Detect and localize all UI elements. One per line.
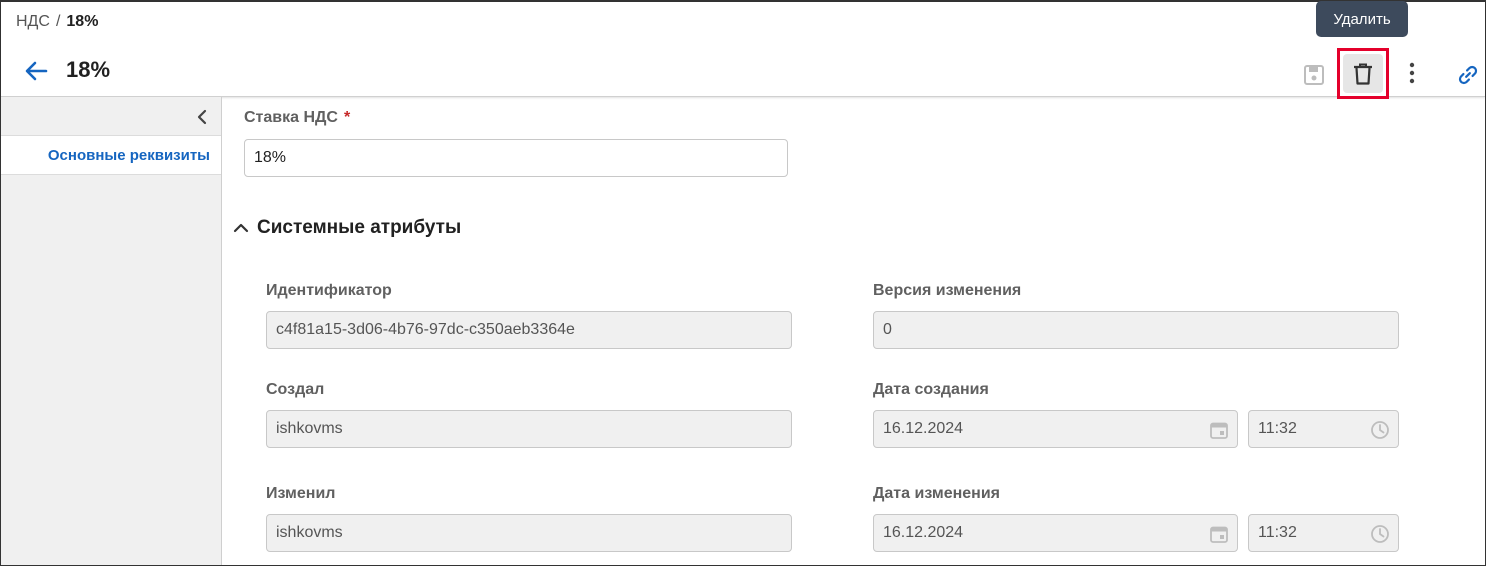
page-header: НДС / 18% 18% [1,2,1485,99]
collapse-sidebar-button[interactable] [192,107,212,127]
floppy-disk-icon [1304,65,1324,85]
more-options-button[interactable] [1399,58,1425,88]
breadcrumb-separator: / [55,13,61,30]
identifier-value: c4f81a15-3d06-4b76-97dc-c350aeb3364e [276,321,575,338]
modified-by-field[interactable]: ishkovms [266,514,792,552]
back-button[interactable] [21,58,51,84]
modified-time-field[interactable]: 11:32 [1248,514,1399,552]
sidebar-item-main-details[interactable]: Основные реквизиты [1,135,221,175]
clock-icon[interactable] [1370,420,1390,440]
more-vertical-icon [1409,62,1415,84]
link-icon [1458,65,1478,85]
version-value: 0 [883,321,892,338]
clock-icon[interactable] [1370,524,1390,544]
created-by-value: ishkovms [276,420,343,437]
chevron-left-icon [197,109,207,125]
chevron-up-icon [233,223,249,233]
breadcrumb-parent-link[interactable]: НДС [16,13,50,30]
modified-time-value: 11:32 [1258,524,1297,541]
system-attributes-title: Системные атрибуты [257,217,462,238]
modified-by-label: Изменил [266,485,336,502]
save-button[interactable] [1297,58,1331,92]
identifier-label: Идентификатор [266,282,392,299]
created-date-value: 16.12.2024 [883,420,964,437]
created-by-label: Создал [266,381,325,398]
vat-rate-value: 18% [254,149,287,166]
copy-link-button[interactable] [1453,60,1483,90]
delete-tooltip: Удалить [1316,1,1408,37]
delete-button[interactable] [1343,54,1383,93]
version-label: Версия изменения [873,282,1022,299]
created-time-value: 11:32 [1258,420,1297,437]
modified-date-field[interactable]: 16.12.2024 [873,514,1238,552]
created-date-field[interactable]: 16.12.2024 [873,410,1238,448]
vat-rate-label: Ставка НДС * [244,109,350,127]
version-field[interactable]: 0 [873,311,1399,349]
breadcrumb-current: 18% [66,13,99,30]
calendar-icon[interactable] [1209,524,1229,544]
page-title: 18% [66,57,111,82]
modified-at-label: Дата изменения [873,485,1000,502]
modified-date-value: 16.12.2024 [883,524,964,541]
vat-rate-input[interactable]: 18% [244,139,788,177]
calendar-icon[interactable] [1209,420,1229,440]
modified-by-value: ishkovms [276,524,343,541]
sidebar: Основные реквизиты [1,97,222,565]
created-by-field[interactable]: ishkovms [266,410,792,448]
required-mark: * [343,109,351,126]
identifier-field[interactable]: c4f81a15-3d06-4b76-97dc-c350aeb3364e [266,311,792,349]
created-time-field[interactable]: 11:32 [1248,410,1399,448]
trash-icon [1354,63,1372,85]
arrow-left-icon [25,61,48,81]
system-attributes-toggle[interactable]: Системные атрибуты [233,217,461,239]
created-at-label: Дата создания [873,381,989,398]
breadcrumb: НДС / 18% [16,13,98,31]
vat-rate-label-text: Ставка НДС [244,109,338,126]
